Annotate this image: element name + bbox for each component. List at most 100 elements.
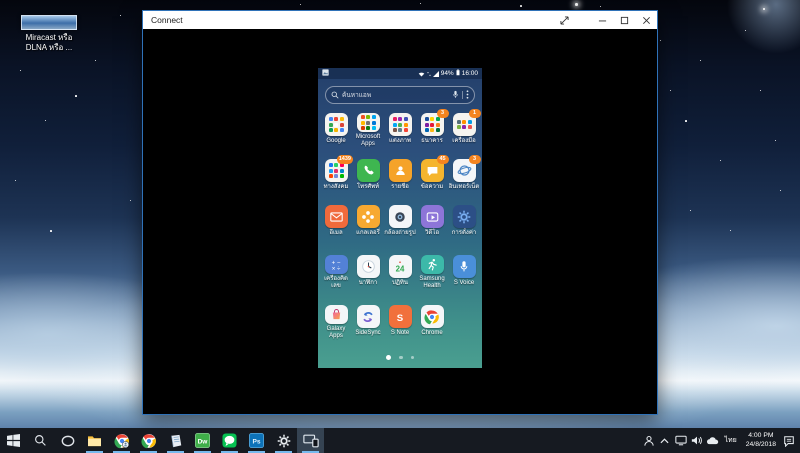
mic-icon[interactable] (452, 86, 459, 104)
maximize-button[interactable] (613, 11, 635, 29)
app-search-bar[interactable]: ค้นหาแอพ (325, 86, 475, 104)
desktop-shortcut-miracast[interactable]: Miracast หรือ DLNA หรือ ... (5, 15, 93, 53)
notification-badge: 3 (436, 109, 449, 118)
action-center-icon (783, 435, 795, 447)
sidesync-icon (356, 305, 380, 328)
app-tile[interactable]: S S Note (384, 305, 416, 339)
app-tile[interactable]: 24 ปฏิทิน (384, 255, 416, 289)
updown-icon (426, 71, 431, 77)
app-tile[interactable]: การตั้งค่า (448, 205, 480, 239)
svg-text:× ÷: × ÷ (332, 265, 341, 272)
task-view[interactable] (54, 428, 81, 453)
notification-badge: 1 (468, 109, 481, 118)
app-tile[interactable]: 1 เครื่องมือ (448, 109, 481, 147)
app-tile[interactable]: 3 ธนาคาร (416, 109, 449, 147)
app-tile[interactable]: S Voice (448, 255, 480, 289)
app-tile[interactable]: Microsoft Apps (352, 113, 384, 147)
app-label: อีเมล (329, 230, 343, 236)
app-tile[interactable]: วิดีโอ (416, 205, 448, 239)
minimize-button[interactable] (591, 11, 613, 29)
wifi-icon (418, 71, 425, 77)
app-tile[interactable]: กล้องถ่ายรูป (384, 205, 416, 239)
star (20, 70, 21, 71)
screenshot-icon (322, 69, 329, 78)
app-label: ทางสังคม (323, 184, 349, 190)
svg-text:Dw: Dw (198, 438, 209, 445)
star (300, 4, 301, 5)
app-tile[interactable]: Google (320, 113, 352, 147)
windows-settings[interactable] (270, 428, 297, 453)
calendar-icon: 24 (388, 255, 412, 278)
app-tile[interactable]: แต่งภาพ (384, 113, 416, 147)
app-tile[interactable]: 45 ข้อความ (416, 155, 449, 193)
volume-icon (691, 435, 703, 446)
dreamweaver[interactable]: Dw (189, 428, 216, 453)
screenshot-icon (322, 69, 329, 76)
taskbar: Dw Ps ไทย 4:00 PM 24/8/2018 (0, 428, 800, 453)
contacts-icon (388, 159, 412, 182)
star (120, 15, 121, 16)
expand-button[interactable] (553, 11, 575, 29)
task-view-icon (61, 434, 75, 448)
notepad[interactable] (162, 428, 189, 453)
start-button[interactable] (0, 428, 27, 453)
chrome-profile-icon (113, 433, 130, 449)
app-tile[interactable]: แกลเลอรี่ (352, 205, 384, 239)
volume-tray-button[interactable] (689, 435, 705, 446)
star (730, 230, 731, 231)
taskbar-search[interactable] (27, 428, 54, 453)
close-button[interactable] (635, 11, 657, 29)
app-tile[interactable]: Chrome (416, 305, 448, 339)
phone-mirror[interactable]: 94% 16:00 ค้นหาแอพ Google Microsoft Apps แ… (318, 68, 482, 368)
chevron-up-tray-button[interactable] (657, 437, 673, 444)
app-grid: Google Microsoft Apps แต่งภาพ 3 ธนาคาร 1 เครื่… (318, 109, 482, 339)
display-tray-button[interactable] (673, 435, 689, 446)
chrome-icon (420, 305, 444, 328)
chrome-profile[interactable] (108, 428, 135, 453)
app-tile[interactable]: 3 อินเทอร์เน็ต (448, 155, 481, 193)
health-icon (420, 255, 444, 274)
messages-icon: 45 (420, 155, 449, 182)
language-indicator[interactable]: ไทย (721, 435, 741, 446)
folder-icon: 3 (420, 109, 449, 136)
app-label: โทรศัพท์ (356, 184, 380, 190)
taskbar-clock[interactable]: 4:00 PM 24/8/2018 (741, 432, 781, 449)
video-icon (420, 205, 444, 228)
star (690, 210, 691, 211)
onedrive-icon (706, 436, 719, 445)
app-tile[interactable]: SideSync (352, 305, 384, 339)
app-label: Google (326, 138, 346, 144)
app-tile[interactable]: นาฬิกา (352, 255, 384, 289)
app-tile[interactable]: Samsung Health (416, 255, 448, 289)
menu-dots-icon[interactable] (466, 86, 469, 104)
line-app[interactable] (216, 428, 243, 453)
connect-content: 94% 16:00 ค้นหาแอพ Google Microsoft Apps แ… (143, 29, 657, 414)
onedrive-tray-button[interactable] (705, 436, 721, 445)
star (685, 120, 687, 122)
folder-mini-icons (424, 117, 440, 132)
clock-icon (356, 255, 380, 278)
action-center-icon[interactable] (781, 428, 797, 453)
app-tile[interactable]: + − × ÷ เครื่องคิดเลข (320, 255, 352, 289)
app-tile[interactable]: อีเมล (320, 205, 352, 239)
snote-icon: S (388, 305, 412, 328)
app-tile[interactable]: Galaxy Apps (320, 305, 352, 339)
people-tray-button[interactable] (641, 435, 657, 447)
app-row: Galaxy Apps SideSync S S Note Chrome (320, 305, 480, 339)
file-explorer-icon (87, 434, 102, 447)
star (600, 6, 601, 7)
app-tile[interactable]: โทรศัพท์ (352, 159, 384, 193)
app-tile[interactable]: รายชื่อ (384, 159, 416, 193)
gear-icon (277, 434, 291, 448)
chrome[interactable] (135, 428, 162, 453)
taskbar-apps: Dw Ps (0, 428, 324, 453)
folder-mini-icons (328, 163, 344, 178)
app-label: SideSync (355, 330, 381, 336)
app-label: ปฏิทิน (392, 280, 408, 286)
connect-icon (302, 434, 319, 448)
file-explorer[interactable] (81, 428, 108, 453)
connect-app[interactable] (297, 428, 324, 453)
app-tile[interactable]: 1439 ทางสังคม (320, 155, 353, 193)
photoshop[interactable]: Ps (243, 428, 270, 453)
windows-logo-icon (7, 434, 20, 447)
